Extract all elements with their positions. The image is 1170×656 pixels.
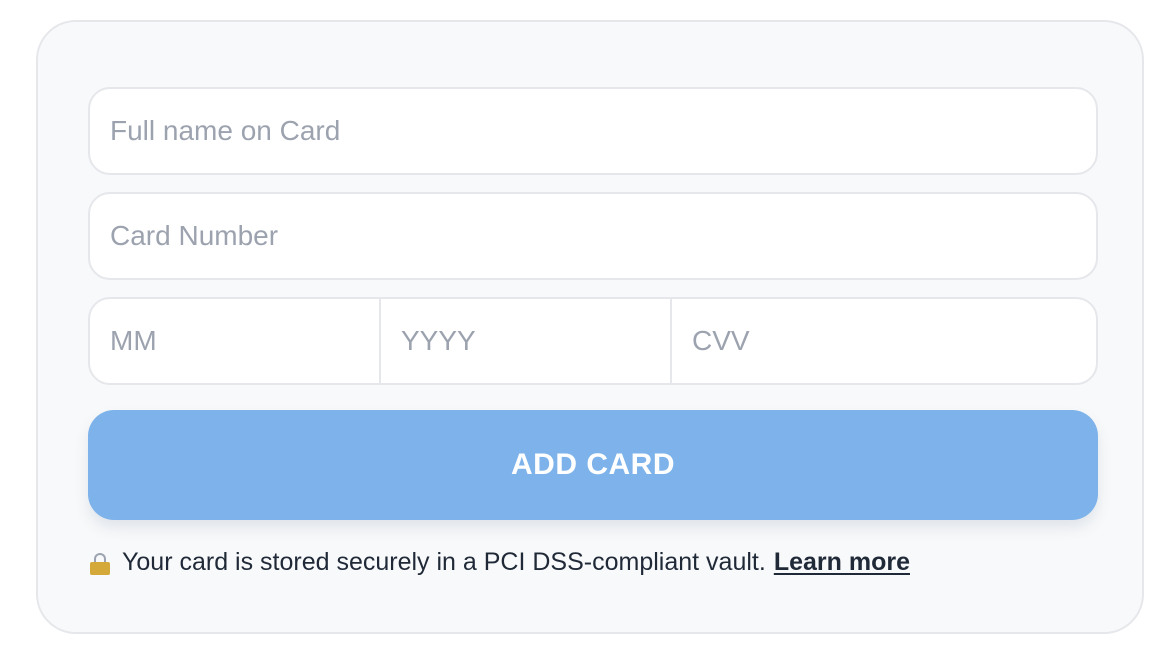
month-segment (90, 299, 381, 383)
cvv-segment (672, 299, 1096, 383)
add-card-form: ADD CARD Your card is stored securely in… (36, 20, 1144, 634)
lock-icon (90, 552, 110, 575)
expiry-cvv-row (88, 297, 1098, 385)
secure-note-text: Your card is stored securely in a PCI DS… (122, 548, 766, 576)
add-card-button[interactable]: ADD CARD (88, 410, 1098, 520)
year-segment (381, 299, 672, 383)
month-input[interactable] (90, 299, 379, 383)
card-number-field-container (88, 192, 1098, 280)
name-field-container (88, 87, 1098, 175)
cvv-input[interactable] (672, 299, 1096, 383)
learn-more-link[interactable]: Learn more (774, 548, 910, 577)
full-name-input[interactable] (90, 89, 1096, 173)
year-input[interactable] (381, 299, 670, 383)
card-number-input[interactable] (90, 194, 1096, 278)
secure-storage-note: Your card is stored securely in a PCI DS… (90, 548, 910, 577)
